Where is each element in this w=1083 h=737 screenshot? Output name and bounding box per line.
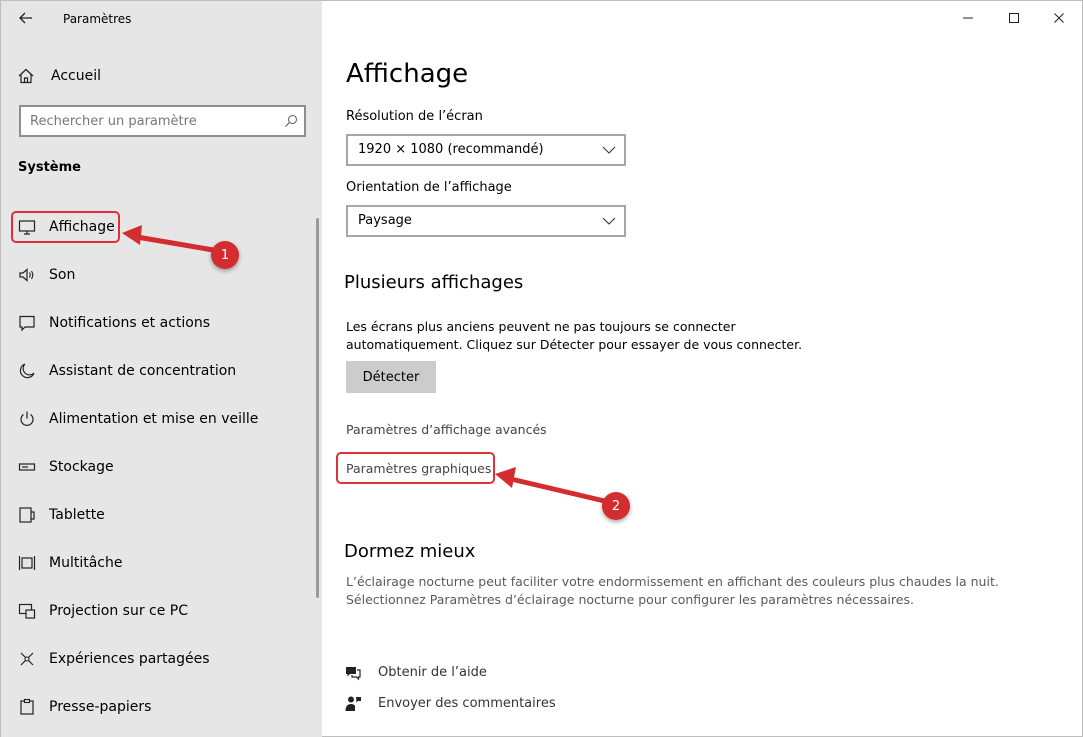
search-icon: [285, 114, 298, 127]
sidebar-item-label: Expériences partagées: [49, 651, 210, 667]
highlight-graphics: [336, 452, 495, 484]
speaker-icon: [19, 268, 34, 282]
help-chat-icon: [346, 667, 361, 681]
sidebar: Paramètres Accueil Système Affichage: [1, 1, 322, 737]
sleep-desc-line-2: Sélectionnez Paramètres d’éclairage noct…: [346, 592, 914, 607]
sidebar-item-tablette[interactable]: Tablette: [1, 491, 317, 539]
sidebar-item-label: Notifications et actions: [49, 315, 211, 331]
chevron-down-icon: [602, 146, 616, 154]
highlight-affichage: [11, 211, 120, 243]
sidebar-item-presse-papiers[interactable]: Presse-papiers: [1, 683, 317, 731]
sidebar-item-multitache[interactable]: Multitâche: [1, 539, 317, 587]
section-title: Système: [18, 160, 81, 175]
multi-desc-line-2: automatiquement. Cliquez sur Détecter po…: [346, 337, 803, 352]
sidebar-item-label: Presse-papiers: [49, 699, 152, 715]
moon-icon: [19, 363, 35, 379]
sidebar-item-label: Assistant de concentration: [49, 363, 237, 379]
orientation-select[interactable]: Paysage: [346, 205, 626, 237]
power-icon: [20, 411, 34, 426]
sidebar-item-experiences[interactable]: Expériences partagées: [1, 635, 317, 683]
orientation-label: Orientation de l’affichage: [346, 180, 512, 195]
annotation-badge-1: 1: [211, 241, 239, 269]
sidebar-item-label: Projection sur ce PC: [49, 603, 189, 619]
feedback-icon: [345, 696, 361, 711]
search-box[interactable]: [19, 105, 306, 137]
sleep-better-title: Dormez mieux: [344, 541, 476, 562]
multi-display-desc: Les écrans plus anciens peuvent ne pas t…: [346, 318, 1046, 354]
storage-icon: [18, 463, 36, 471]
app-title: Paramètres: [63, 12, 132, 26]
annotation-badge-2: 2: [602, 492, 630, 520]
clipboard-icon: [20, 698, 34, 715]
resolution-label: Résolution de l’écran: [346, 109, 483, 124]
back-button[interactable]: [15, 7, 37, 29]
send-feedback-label: Envoyer des commentaires: [378, 696, 556, 711]
sidebar-scrollbar[interactable]: [316, 218, 319, 598]
search-input[interactable]: [21, 107, 271, 135]
get-help-label: Obtenir de l’aide: [378, 665, 487, 680]
multitask-icon: [18, 556, 36, 570]
projection-icon: [18, 603, 36, 619]
sidebar-home-label: Accueil: [51, 68, 101, 84]
resolution-select[interactable]: 1920 × 1080 (recommandé): [346, 134, 626, 166]
detect-button[interactable]: Détecter: [346, 361, 436, 393]
sidebar-item-stockage[interactable]: Stockage: [1, 443, 317, 491]
sidebar-nav: Affichage Son Notifications et actions A…: [1, 203, 317, 731]
sidebar-item-label: Tablette: [49, 507, 105, 523]
orientation-value: Paysage: [358, 213, 412, 228]
shared-icon: [20, 652, 34, 666]
back-arrow-icon: [19, 12, 32, 24]
sidebar-item-projection[interactable]: Projection sur ce PC: [1, 587, 317, 635]
sidebar-item-label: Multitâche: [49, 555, 123, 571]
notification-icon: [19, 315, 35, 332]
sidebar-item-label: Alimentation et mise en veille: [49, 411, 259, 427]
chevron-down-icon: [602, 217, 616, 225]
sidebar-item-label: Son: [49, 267, 76, 283]
sleep-desc-line-1: L’éclairage nocturne peut faciliter votr…: [346, 574, 999, 589]
tablet-icon: [19, 507, 35, 523]
sidebar-item-son[interactable]: Son: [1, 251, 317, 299]
advanced-display-link[interactable]: Paramètres d’affichage avancés: [346, 422, 547, 437]
sidebar-item-label: Stockage: [49, 459, 114, 475]
sidebar-home[interactable]: Accueil: [17, 63, 101, 89]
page-title: Affichage: [346, 59, 469, 89]
sidebar-item-concentration[interactable]: Assistant de concentration: [1, 347, 317, 395]
multi-display-title: Plusieurs affichages: [344, 272, 524, 293]
sidebar-item-alimentation[interactable]: Alimentation et mise en veille: [1, 395, 317, 443]
resolution-value: 1920 × 1080 (recommandé): [358, 142, 544, 157]
sleep-better-desc: L’éclairage nocturne peut faciliter votr…: [346, 573, 1046, 609]
sidebar-item-notifications[interactable]: Notifications et actions: [1, 299, 317, 347]
main-content: Affichage Résolution de l’écran 1920 × 1…: [322, 1, 1082, 737]
home-icon: [18, 68, 34, 84]
settings-window: Paramètres Accueil Système Affichage: [0, 0, 1083, 737]
multi-desc-line-1: Les écrans plus anciens peuvent ne pas t…: [346, 319, 736, 334]
